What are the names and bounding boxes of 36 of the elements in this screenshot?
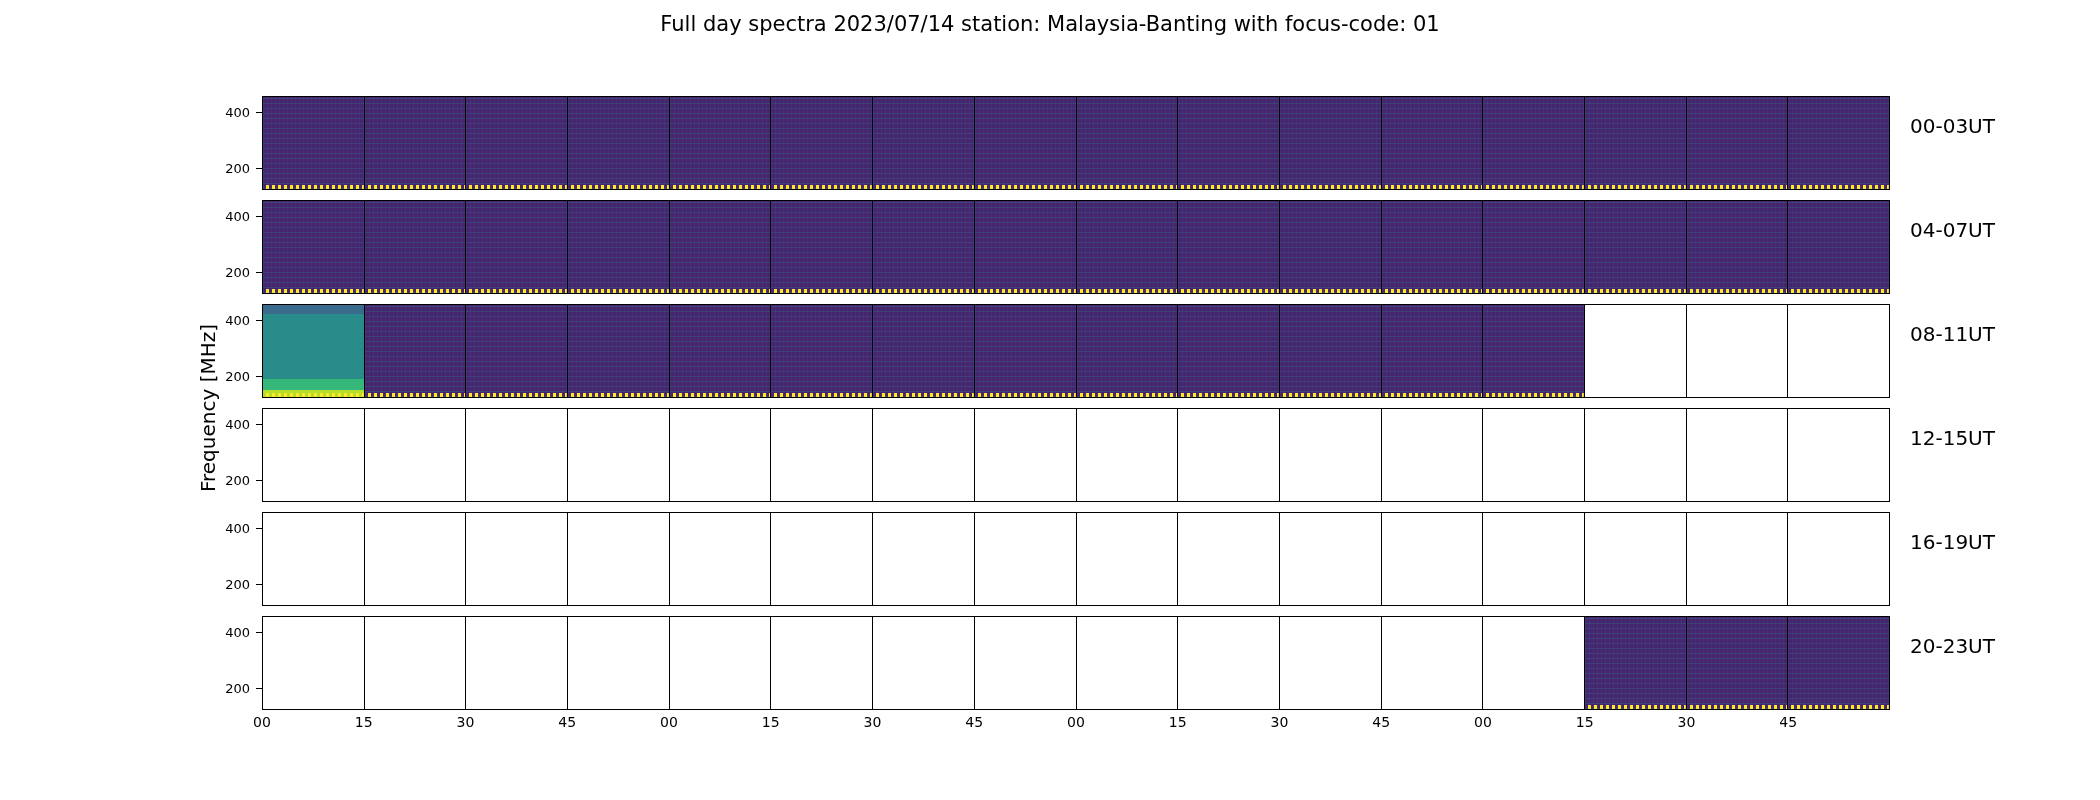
tick-label: 15 — [1168, 714, 1187, 730]
tick-label: 00 — [253, 714, 271, 730]
tick-label: 00 — [1067, 714, 1085, 730]
tick-label: 15 — [354, 714, 373, 730]
tick-label: 00 — [1474, 714, 1492, 730]
tick-label: 400 — [225, 625, 250, 639]
tick-label: 400 — [225, 417, 250, 431]
tick-label: 200 — [225, 369, 250, 383]
tick-label: 30 — [1270, 714, 1289, 730]
tick-label: 400 — [225, 313, 250, 327]
axis-label: Frequency [MHz] — [196, 323, 220, 493]
tick-label: 30 — [863, 714, 882, 730]
tick-label: 00 — [660, 714, 678, 730]
chart-title: Full day spectra 2023/07/14 station: Malaysia-Banting with focus-code: 01 — [659, 11, 1441, 38]
tick-label: 15 — [1575, 714, 1594, 730]
tick-label: 400 — [225, 209, 250, 223]
row-label: 16-19UT — [1910, 530, 1995, 556]
row-label: 20-23UT — [1910, 634, 1995, 660]
row-label: 12-15UT — [1910, 426, 1995, 452]
row-label: 04-07UT — [1910, 218, 1995, 244]
tick-label: 45 — [558, 714, 577, 730]
tick-label: 200 — [225, 473, 250, 487]
tick-label: 200 — [225, 265, 250, 279]
tick-label: 400 — [225, 521, 250, 535]
tick-label: 30 — [456, 714, 475, 730]
tick-label: 400 — [225, 105, 250, 119]
tick-label: 45 — [1779, 714, 1798, 730]
tick-label: 200 — [225, 161, 250, 175]
tick-label: 30 — [1677, 714, 1696, 730]
tick-label: 15 — [761, 714, 780, 730]
tick-label: 45 — [965, 714, 984, 730]
tick-label: 45 — [1372, 714, 1391, 730]
tick-label: 200 — [225, 681, 250, 695]
tick-label: 200 — [225, 577, 250, 591]
row-label: 08-11UT — [1910, 322, 1995, 348]
row-label: 00-03UT — [1910, 114, 1995, 140]
